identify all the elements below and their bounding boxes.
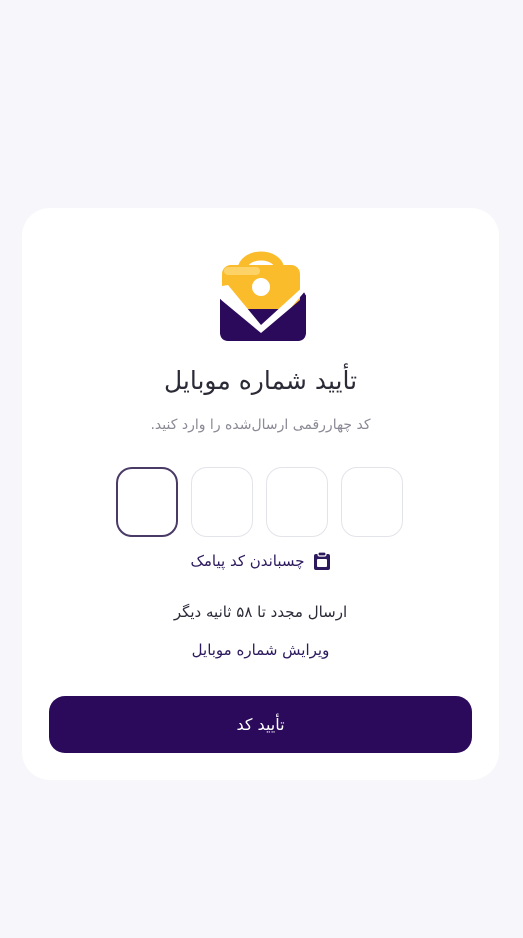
paste-label: چسباندن کد پیامک xyxy=(190,552,305,570)
page-subtitle: کد چهاررقمی ارسال‌شده را وارد کنید. xyxy=(150,417,371,433)
confirm-code-button[interactable]: تأیید کد xyxy=(49,696,472,753)
lock-bag-check-logo xyxy=(208,241,314,345)
otp-digit-3[interactable] xyxy=(266,467,328,537)
otp-digit-4[interactable] xyxy=(341,467,403,537)
paste-sms-code-button[interactable]: چسباندن کد پیامک xyxy=(22,551,499,571)
otp-digit-2[interactable] xyxy=(191,467,253,537)
edit-mobile-number-link[interactable]: ویرایش شماره موبایل xyxy=(22,641,499,659)
verification-card: تأیید شماره موبایل کد چهاررقمی ارسال‌شده… xyxy=(22,208,499,780)
page-title: تأیید شماره موبایل xyxy=(163,366,358,395)
clipboard-icon xyxy=(313,551,331,571)
confirm-code-label: تأیید کد xyxy=(236,715,285,734)
otp-input-group xyxy=(116,467,406,537)
resend-timer-text: ارسال مجدد تا ۵۸ ثانیه دیگر xyxy=(173,603,348,621)
otp-digit-1[interactable] xyxy=(116,467,178,537)
